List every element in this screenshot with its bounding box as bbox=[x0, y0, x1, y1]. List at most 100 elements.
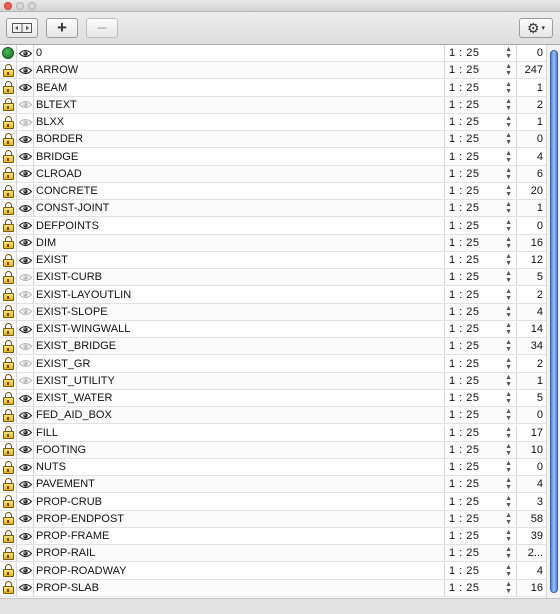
visibility-cell[interactable] bbox=[17, 62, 34, 79]
layer-row[interactable]: ARROW 1 : 25 ▲ ▼ 247 bbox=[0, 62, 546, 80]
lock-cell[interactable] bbox=[0, 390, 17, 406]
stepper-arrows-icon[interactable]: ▲ ▼ bbox=[505, 98, 512, 112]
eye-icon[interactable] bbox=[18, 238, 32, 247]
lock-icon[interactable] bbox=[2, 305, 14, 319]
stepper-arrows-icon[interactable]: ▲ ▼ bbox=[505, 184, 512, 198]
eye-icon[interactable] bbox=[18, 497, 32, 506]
layer-scale-stepper[interactable]: 1 : 25 ▲ ▼ bbox=[445, 528, 517, 544]
layer-row[interactable]: EXIST-SLOPE 1 : 25 ▲ ▼ 4 bbox=[0, 303, 546, 321]
layer-scale-stepper[interactable]: 1 : 25 ▲ ▼ bbox=[445, 338, 517, 355]
current-layer-dot[interactable] bbox=[2, 47, 14, 59]
layer-name[interactable]: PROP-FRAME bbox=[34, 528, 445, 544]
layer-name[interactable]: EXIST-LAYOUTLIN bbox=[34, 286, 445, 303]
lock-cell[interactable] bbox=[0, 114, 17, 130]
eye-icon[interactable] bbox=[18, 514, 32, 523]
lock-cell[interactable] bbox=[0, 441, 17, 458]
lock-cell[interactable] bbox=[0, 424, 17, 441]
layer-scale-stepper[interactable]: 1 : 25 ▲ ▼ bbox=[445, 62, 517, 79]
layer-row[interactable]: EXIST-WINGWALL 1 : 25 ▲ ▼ 14 bbox=[0, 321, 546, 338]
lock-icon[interactable] bbox=[2, 132, 14, 146]
lock-icon[interactable] bbox=[2, 564, 14, 577]
stepper-arrows-icon[interactable]: ▲ ▼ bbox=[505, 460, 512, 474]
zoom-window-button[interactable] bbox=[28, 2, 36, 10]
stepper-arrows-icon[interactable]: ▲ ▼ bbox=[505, 132, 512, 146]
stepper-arrows-icon[interactable]: ▲ ▼ bbox=[505, 495, 512, 509]
layer-scale-stepper[interactable]: 1 : 25 ▲ ▼ bbox=[445, 476, 517, 493]
layer-name[interactable]: FED_AID_BOX bbox=[34, 407, 445, 424]
eye-icon[interactable] bbox=[18, 49, 32, 58]
lock-icon[interactable] bbox=[2, 443, 14, 457]
stepper-arrows-icon[interactable]: ▲ ▼ bbox=[505, 546, 512, 560]
eye-icon[interactable] bbox=[18, 463, 32, 472]
eye-icon[interactable] bbox=[18, 376, 32, 385]
layer-row[interactable]: FILL 1 : 25 ▲ ▼ 17 bbox=[0, 424, 546, 442]
lock-icon[interactable] bbox=[2, 288, 14, 301]
eye-icon[interactable] bbox=[18, 83, 32, 92]
layer-scale-stepper[interactable]: 1 : 25 ▲ ▼ bbox=[445, 579, 517, 596]
visibility-cell[interactable] bbox=[17, 269, 34, 286]
eye-icon[interactable] bbox=[18, 342, 32, 351]
layer-row[interactable]: BORDER 1 : 25 ▲ ▼ 0 bbox=[0, 131, 546, 149]
lock-cell[interactable] bbox=[0, 476, 17, 493]
eye-icon[interactable] bbox=[18, 66, 32, 75]
lock-cell[interactable] bbox=[0, 200, 17, 217]
layer-scale-stepper[interactable]: 1 : 25 ▲ ▼ bbox=[445, 114, 517, 130]
layer-scale-stepper[interactable]: 1 : 25 ▲ ▼ bbox=[445, 200, 517, 217]
stepper-arrows-icon[interactable]: ▲ ▼ bbox=[505, 564, 512, 578]
layer-row[interactable]: PROP-SLAB 1 : 25 ▲ ▼ 16 bbox=[0, 579, 546, 597]
layer-scale-stepper[interactable]: 1 : 25 ▲ ▼ bbox=[445, 510, 517, 527]
eye-icon[interactable] bbox=[18, 480, 32, 489]
eye-icon[interactable] bbox=[18, 169, 32, 178]
visibility-cell[interactable] bbox=[17, 407, 34, 424]
layer-row[interactable]: NUTS 1 : 25 ▲ ▼ 0 bbox=[0, 459, 546, 476]
lock-cell[interactable] bbox=[0, 355, 17, 372]
eye-icon[interactable] bbox=[18, 428, 32, 437]
stepper-arrows-icon[interactable]: ▲ ▼ bbox=[505, 512, 512, 526]
layer-scale-stepper[interactable]: 1 : 25 ▲ ▼ bbox=[445, 183, 517, 199]
lock-cell[interactable] bbox=[0, 79, 17, 96]
lock-cell[interactable] bbox=[0, 131, 17, 148]
layer-name[interactable]: ARROW bbox=[34, 62, 445, 79]
layer-name[interactable]: CONST-JOINT bbox=[34, 200, 445, 217]
layer-scale-stepper[interactable]: 1 : 25 ▲ ▼ bbox=[445, 562, 517, 579]
eye-icon[interactable] bbox=[18, 273, 32, 282]
visibility-cell[interactable] bbox=[17, 96, 34, 113]
stepper-arrows-icon[interactable]: ▲ ▼ bbox=[505, 219, 512, 233]
layer-scale-stepper[interactable]: 1 : 25 ▲ ▼ bbox=[445, 407, 517, 424]
stepper-arrows-icon[interactable]: ▲ ▼ bbox=[505, 581, 512, 595]
lock-cell[interactable] bbox=[0, 338, 17, 355]
visibility-cell[interactable] bbox=[17, 510, 34, 527]
layer-row[interactable]: DIM 1 : 25 ▲ ▼ 16 bbox=[0, 234, 546, 252]
layer-row[interactable]: PROP-ENDPOST 1 : 25 ▲ ▼ 58 bbox=[0, 510, 546, 528]
lock-icon[interactable] bbox=[2, 322, 14, 336]
stepper-arrows-icon[interactable]: ▲ ▼ bbox=[505, 443, 512, 457]
lock-icon[interactable] bbox=[2, 339, 14, 353]
visibility-cell[interactable] bbox=[17, 234, 34, 251]
eye-icon[interactable] bbox=[18, 359, 32, 368]
lock-icon[interactable] bbox=[2, 219, 14, 232]
lock-icon[interactable] bbox=[2, 81, 14, 94]
layer-name[interactable]: PROP-RAIL bbox=[34, 545, 445, 562]
lock-icon[interactable] bbox=[2, 460, 14, 474]
layer-row[interactable]: EXIST-CURB 1 : 25 ▲ ▼ 5 bbox=[0, 269, 546, 287]
layer-row[interactable]: DEFPOINTS 1 : 25 ▲ ▼ 0 bbox=[0, 217, 546, 235]
stepper-arrows-icon[interactable]: ▲ ▼ bbox=[505, 288, 512, 302]
stepper-arrows-icon[interactable]: ▲ ▼ bbox=[505, 270, 512, 284]
layer-scale-stepper[interactable]: 1 : 25 ▲ ▼ bbox=[445, 45, 517, 61]
lock-icon[interactable] bbox=[2, 270, 14, 284]
layer-row[interactable]: PROP-ROADWAY 1 : 25 ▲ ▼ 4 bbox=[0, 562, 546, 580]
eye-icon[interactable] bbox=[18, 152, 32, 161]
layer-scale-stepper[interactable]: 1 : 25 ▲ ▼ bbox=[445, 390, 517, 406]
layer-name[interactable]: BLXX bbox=[34, 114, 445, 130]
lock-icon[interactable] bbox=[2, 495, 14, 508]
layer-name[interactable]: PAVEMENT bbox=[34, 476, 445, 493]
stepper-arrows-icon[interactable]: ▲ ▼ bbox=[505, 150, 512, 164]
eye-icon[interactable] bbox=[18, 100, 32, 109]
visibility-cell[interactable] bbox=[17, 390, 34, 406]
lock-icon[interactable] bbox=[2, 477, 14, 491]
eye-icon[interactable] bbox=[18, 445, 32, 454]
layer-scale-stepper[interactable]: 1 : 25 ▲ ▼ bbox=[445, 252, 517, 268]
lock-cell[interactable] bbox=[0, 528, 17, 544]
layer-scale-stepper[interactable]: 1 : 25 ▲ ▼ bbox=[445, 372, 517, 389]
visibility-cell[interactable] bbox=[17, 114, 34, 130]
